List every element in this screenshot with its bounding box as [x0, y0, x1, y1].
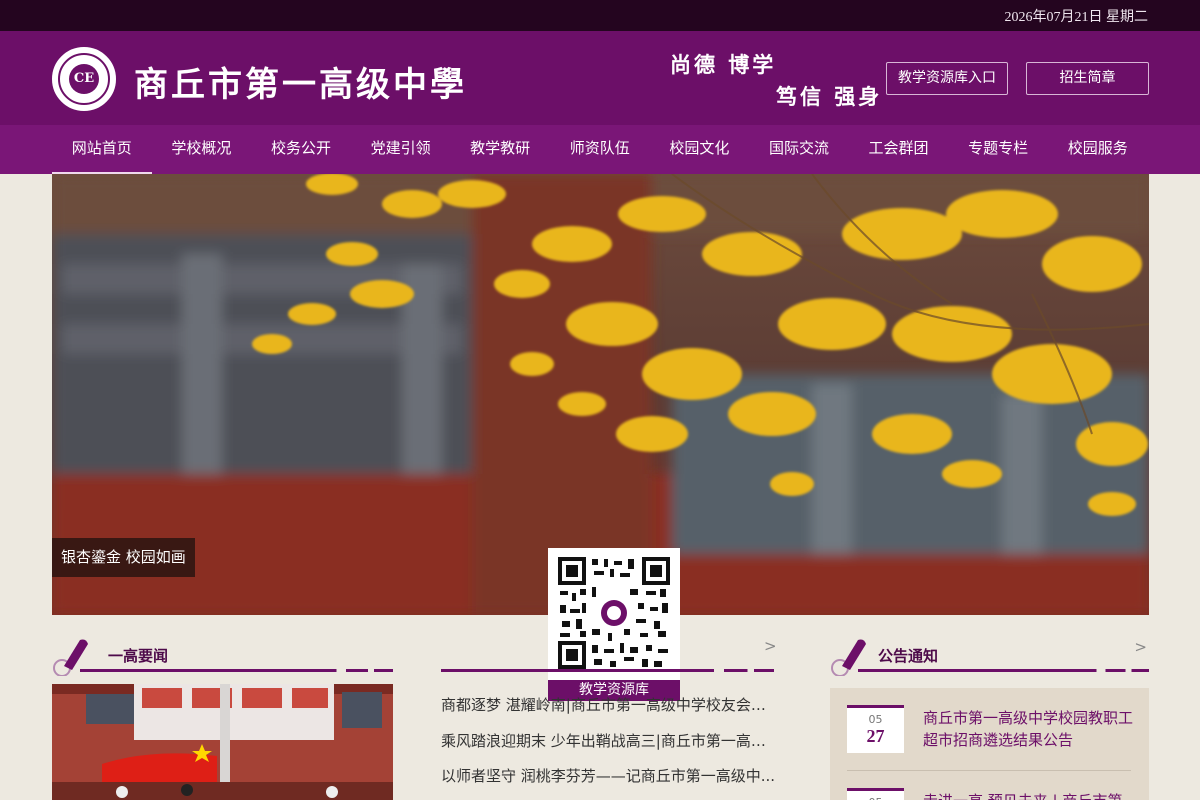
- notices-section-title[interactable]: 公告通知: [878, 645, 938, 666]
- news-photo[interactable]: [52, 684, 393, 800]
- notices-section-header: 公告通知 >: [830, 636, 1149, 676]
- top-bar: 2026年07月21日 星期二: [0, 0, 1200, 31]
- nav-item-culture[interactable]: 校园文化: [650, 125, 750, 174]
- news-section-divider: [80, 669, 393, 672]
- nav-item-affairs[interactable]: 校务公开: [251, 125, 351, 174]
- notice-month: 05: [868, 713, 883, 726]
- notices-section-divider: [858, 669, 1149, 672]
- notice-title[interactable]: 商丘市第一高级中学校园教职工超市招商遴选结果公告: [923, 707, 1137, 751]
- qr-code-icon: [558, 557, 670, 669]
- notice-title[interactable]: 走进一高 预见未来 | 商丘市第: [923, 790, 1137, 800]
- notices-more-link[interactable]: >: [1134, 638, 1147, 656]
- list-item[interactable]: 乘风踏浪迎期末 少年出鞘战高三|商丘市第一高级...: [441, 730, 779, 766]
- notice-divider: [847, 770, 1131, 771]
- notice-day: 27: [866, 726, 885, 746]
- banner-caption[interactable]: 银杏鎏金 校园如画: [52, 538, 195, 577]
- admission-guide-button[interactable]: 招生简章: [1026, 62, 1149, 95]
- middle-section-divider: [441, 669, 774, 672]
- motto-line-1: 尚德 博学: [670, 52, 777, 77]
- notices-panel: 05 27 商丘市第一高级中学校园教职工超市招商遴选结果公告 05 走进一高 预…: [830, 688, 1149, 800]
- resource-library-button[interactable]: 教学资源库入口: [886, 62, 1008, 95]
- middle-news-list: 商都逐梦 湛耀岭南|商丘市第一高级中学校友会广... 乘风踏浪迎期末 少年出鞘战…: [441, 694, 781, 800]
- news-section-header: 一高要闻: [52, 636, 393, 676]
- nav-item-about[interactable]: 学校概况: [152, 125, 252, 174]
- middle-more-link[interactable]: >: [764, 637, 777, 655]
- main-nav: 网站首页 学校概况 校务公开 党建引领 教学教研 师资队伍 校园文化 国际交流 …: [0, 125, 1200, 174]
- qr-code-widget[interactable]: 教学资源库: [548, 548, 680, 701]
- nav-item-home[interactable]: 网站首页: [52, 125, 152, 174]
- nav-item-services[interactable]: 校园服务: [1048, 125, 1148, 174]
- nav-list: 网站首页 学校概况 校务公开 党建引领 教学教研 师资队伍 校园文化 国际交流 …: [52, 125, 1148, 174]
- motto-line-2: 笃信 强身: [776, 84, 883, 109]
- calendar-icon: 05 27: [847, 705, 904, 753]
- calendar-icon: 05: [847, 788, 904, 800]
- list-item[interactable]: 商都逐梦 湛耀岭南|商丘市第一高级中学校友会广...: [441, 694, 779, 730]
- flag-ceremony-image: [52, 684, 393, 800]
- news-section-title[interactable]: 一高要闻: [108, 645, 168, 666]
- list-item[interactable]: 以师者坚守 润桃李芬芳——记商丘市第一高级中...: [441, 765, 779, 800]
- notice-month: 05: [847, 796, 904, 800]
- school-logo-icon[interactable]: CE: [52, 47, 116, 111]
- site-header: CE 商丘市第一高级中學 尚德 博学 笃信 强身 教学资源库入口 招生简章: [0, 31, 1200, 125]
- current-date: 2026年07月21日 星期二: [1004, 10, 1149, 25]
- nav-item-party[interactable]: 党建引领: [351, 125, 451, 174]
- school-name[interactable]: 商丘市第一高级中學: [134, 57, 467, 106]
- logo-core: CE: [69, 64, 99, 94]
- nav-item-international[interactable]: 国际交流: [749, 125, 849, 174]
- nav-item-topics[interactable]: 专题专栏: [948, 125, 1048, 174]
- nav-item-union[interactable]: 工会群团: [849, 125, 949, 174]
- nav-item-faculty[interactable]: 师资队伍: [550, 125, 650, 174]
- nav-item-teaching[interactable]: 教学教研: [450, 125, 550, 174]
